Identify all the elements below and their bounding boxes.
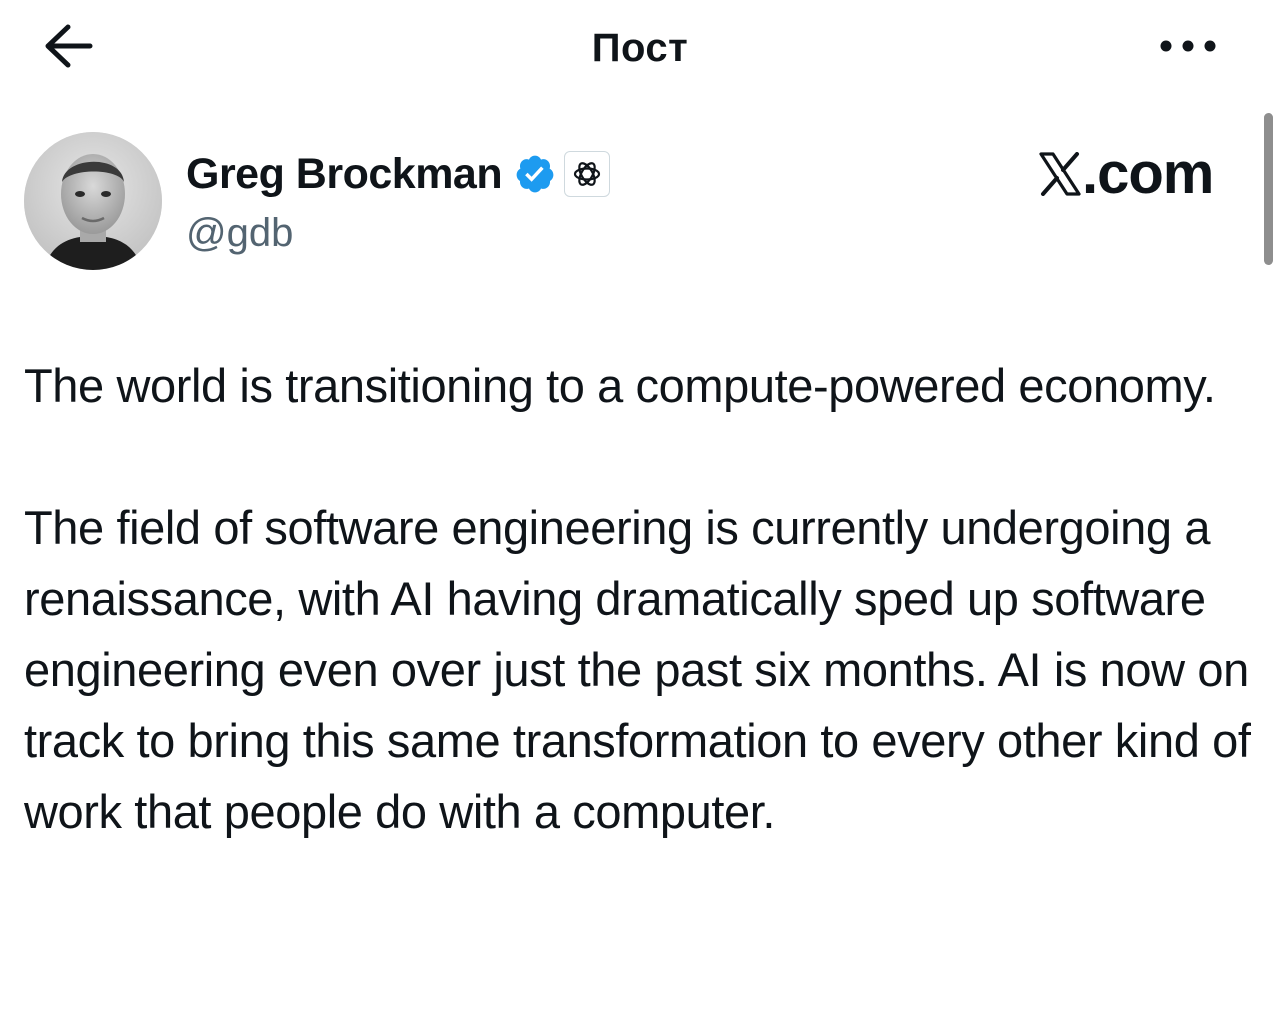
watermark: .com (1038, 141, 1214, 206)
author-display-name[interactable]: Greg Brockman (186, 150, 503, 199)
top-bar: Пост (0, 0, 1280, 100)
x-logo-icon (1038, 152, 1082, 196)
more-options-button[interactable] (1150, 26, 1226, 70)
post-paragraph-2: The field of software engineering is cur… (24, 501, 1251, 838)
more-horizontal-icon (1159, 39, 1217, 58)
page-title: Пост (591, 26, 689, 70)
author-name-row: Greg Brockman (186, 146, 611, 202)
author-handle[interactable]: @gdb (186, 208, 293, 258)
watermark-text: .com (1082, 141, 1214, 206)
verified-badge-icon[interactable] (514, 153, 556, 195)
post-paragraph-1: The world is transitioning to a compute-… (24, 359, 1216, 412)
scrollbar[interactable] (1264, 113, 1273, 265)
post-text: The world is transitioning to a compute-… (24, 350, 1264, 847)
openai-logo-icon[interactable] (564, 151, 611, 197)
avatar[interactable] (24, 132, 162, 270)
